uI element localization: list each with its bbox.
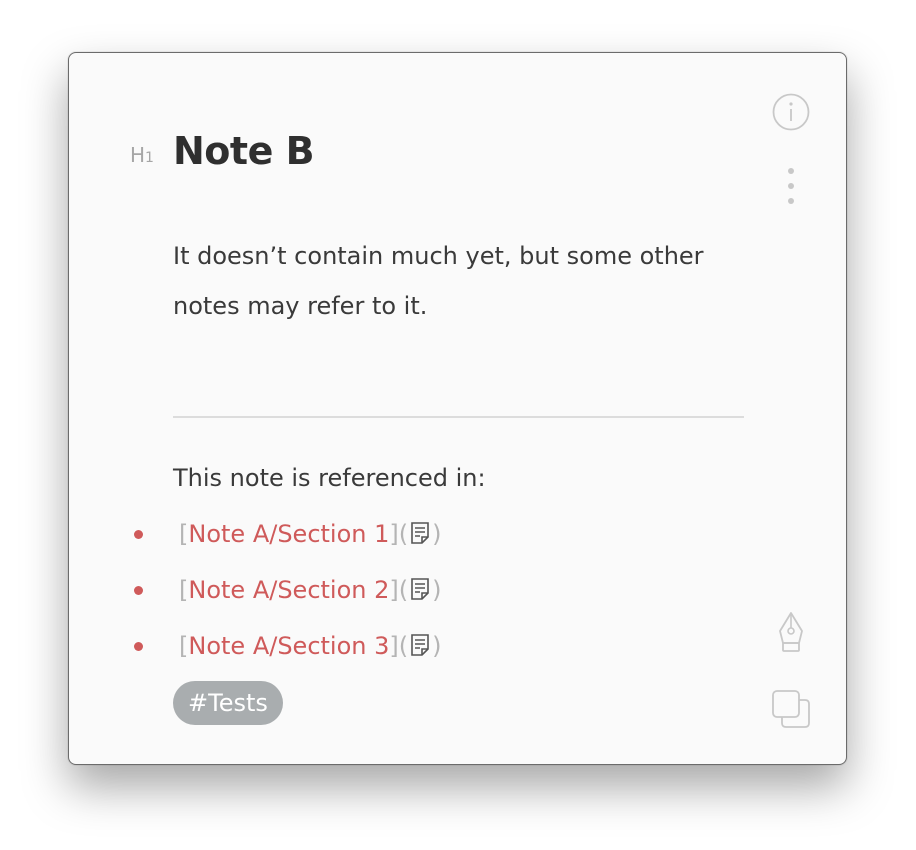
reference-line: [Note A/Section 3]() [179,631,442,664]
bullet-icon [134,586,143,595]
close-paren: ) [432,576,442,604]
document-icon[interactable] [410,577,430,608]
note-window: H1 Note B It doesn’t contain much yet, b… [68,52,847,765]
more-vertical-icon[interactable] [783,167,799,209]
note-body-text[interactable]: It doesn’t contain much yet, but some ot… [173,231,753,331]
heading-marker-letter: H [130,143,146,167]
open-bracket: [ [179,576,189,604]
close-bracket: ]( [389,520,409,548]
open-bracket: [ [179,632,189,660]
document-icon[interactable] [410,633,430,664]
reference-link-note-a-section-2[interactable]: Note A/Section 2 [188,576,389,604]
bullet-icon [134,530,143,539]
document-icon[interactable] [410,521,430,552]
reference-link-note-a-section-1[interactable]: Note A/Section 1 [188,520,389,548]
reference-item: [Note A/Section 3]() [69,631,569,661]
duplicate-window-icon[interactable] [771,689,811,733]
bullet-icon [134,642,143,651]
reference-line: [Note A/Section 1]() [179,519,442,552]
close-paren: ) [432,520,442,548]
references-heading: This note is referenced in: [173,464,486,492]
pen-nib-icon[interactable] [775,611,807,659]
note-title[interactable]: Note B [173,129,315,173]
heading-level-marker: H1 [130,145,154,168]
reference-line: [Note A/Section 2]() [179,575,442,608]
close-bracket: ]( [389,632,409,660]
heading-marker-level: 1 [145,150,154,166]
tag-tests[interactable]: #Tests [173,681,283,725]
reference-item: [Note A/Section 1]() [69,519,569,549]
close-paren: ) [432,632,442,660]
open-bracket: [ [179,520,189,548]
section-divider [173,416,744,418]
reference-item: [Note A/Section 2]() [69,575,569,605]
reference-link-note-a-section-3[interactable]: Note A/Section 3 [188,632,389,660]
close-bracket: ]( [389,576,409,604]
info-icon[interactable] [771,92,811,136]
